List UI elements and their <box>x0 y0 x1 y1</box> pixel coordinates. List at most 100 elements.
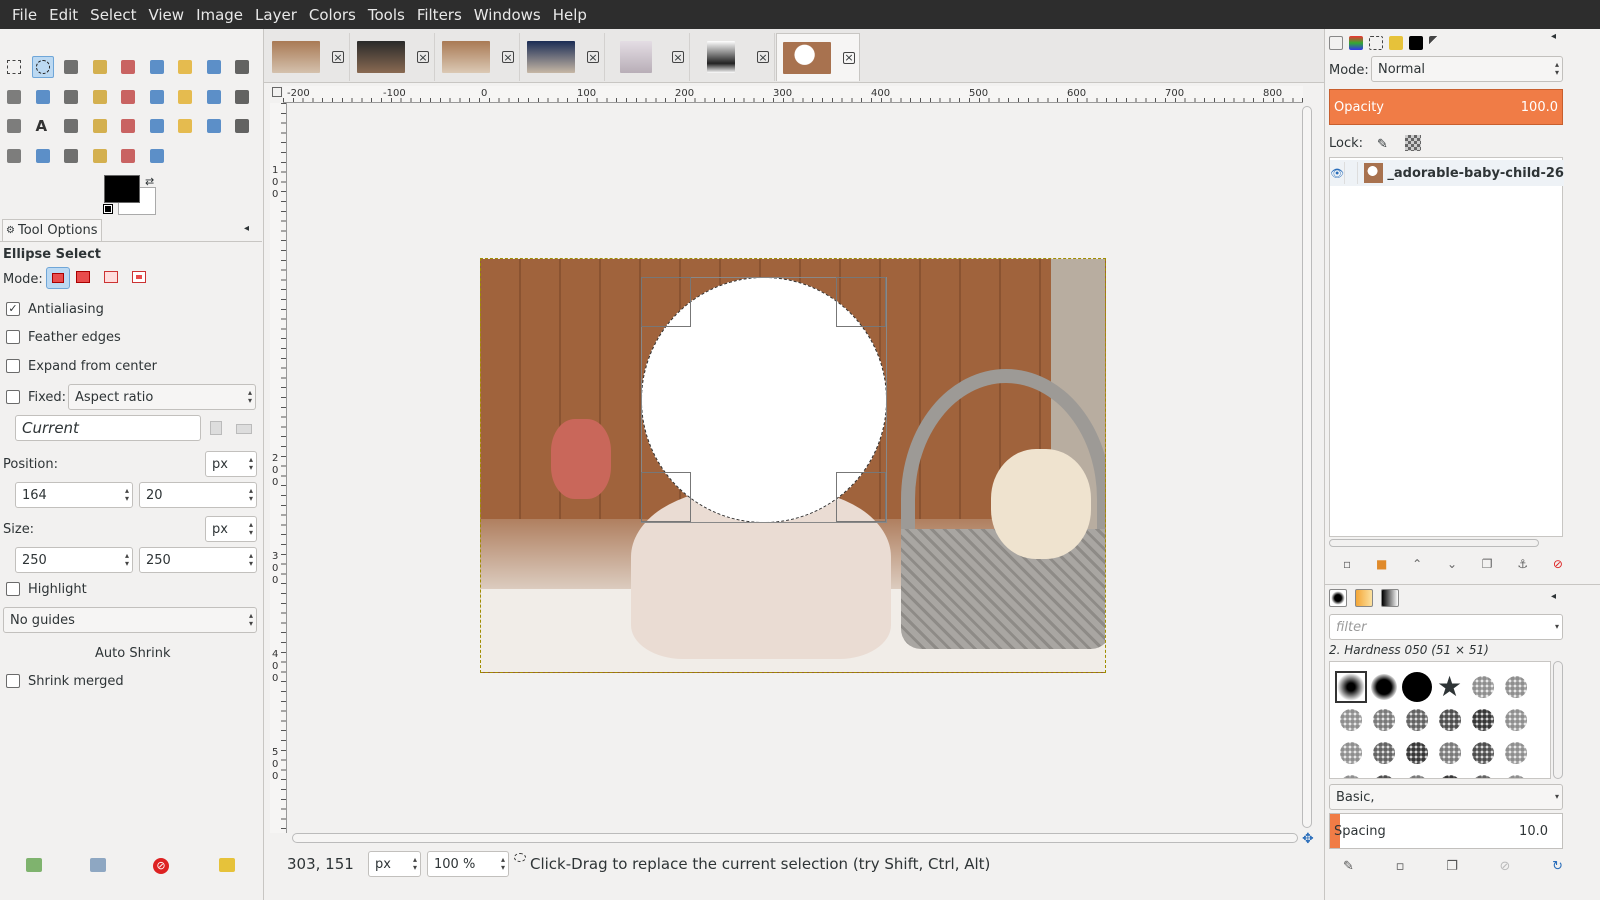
handle-bottom-right[interactable] <box>836 472 886 522</box>
image-tab-4[interactable]: × <box>521 33 605 81</box>
highlight-checkbox[interactable] <box>6 582 20 596</box>
brush-preset[interactable] <box>1373 775 1395 778</box>
save-tool-preset-icon[interactable] <box>26 858 42 872</box>
brush-preset[interactable] <box>1402 672 1432 702</box>
brush-preset[interactable] <box>1472 775 1494 778</box>
image-tab-active[interactable]: × <box>776 33 860 81</box>
size-unit-select[interactable]: px ▴ ▾ <box>205 516 257 542</box>
brush-preset[interactable] <box>1406 742 1428 764</box>
cage-transform-tool[interactable] <box>3 115 25 137</box>
menu-tools[interactable]: Tools <box>362 6 411 24</box>
image-tab-3[interactable]: × <box>436 33 520 81</box>
menu-image[interactable]: Image <box>190 6 249 24</box>
brush-preset[interactable] <box>1439 775 1461 778</box>
feather-checkbox[interactable] <box>6 330 20 344</box>
brush-preset[interactable] <box>1406 709 1428 731</box>
spinner-icon[interactable]: ▴ ▾ <box>125 552 129 568</box>
layer-row[interactable]: 👁 _adorable-baby-child-26 <box>1330 160 1564 186</box>
heal-tool[interactable] <box>60 115 82 137</box>
colors-tab-icon[interactable] <box>1409 36 1423 50</box>
by-color-select-tool[interactable] <box>117 56 139 78</box>
zoom-select[interactable]: 100 % ▴ ▾ <box>427 851 509 877</box>
eraser-tool[interactable] <box>146 145 168 167</box>
brush-preset[interactable] <box>1505 676 1527 698</box>
brush-preset[interactable] <box>1340 742 1362 764</box>
delete-tool-preset-icon[interactable]: ⊘ <box>153 858 169 874</box>
perspective-tool[interactable] <box>203 86 225 108</box>
position-unit-select[interactable]: px ▴ ▾ <box>205 451 257 477</box>
brush-preset[interactable] <box>1335 671 1367 703</box>
landscape-icon[interactable] <box>236 424 252 434</box>
configure-tab-icon[interactable]: ◂ <box>1551 31 1556 42</box>
brushes-tab-icon[interactable] <box>1429 36 1443 50</box>
close-icon[interactable]: × <box>757 51 769 63</box>
paths-tool[interactable] <box>203 56 225 78</box>
fixed-select[interactable]: Aspect ratio ▴ ▾ <box>68 384 256 410</box>
delete-brush-icon[interactable]: ⊘ <box>1499 859 1510 874</box>
layers-hscroll[interactable] <box>1329 539 1539 547</box>
free-select-tool[interactable] <box>60 56 82 78</box>
ink-tool[interactable] <box>146 115 168 137</box>
paths-tab-icon[interactable] <box>1369 36 1383 50</box>
spinner-icon[interactable]: ▴ ▾ <box>249 552 253 568</box>
brush-preset[interactable] <box>1340 709 1362 731</box>
handle-bottom-left[interactable] <box>641 472 691 522</box>
unit-select[interactable]: px ▴ ▾ <box>368 851 421 877</box>
close-icon[interactable]: × <box>417 51 429 63</box>
brush-preset[interactable] <box>1472 676 1494 698</box>
menu-help[interactable]: Help <box>547 6 593 24</box>
color-picker-tool[interactable] <box>231 56 253 78</box>
shrink-merged-checkbox[interactable] <box>6 674 20 688</box>
image-tab-5[interactable]: × <box>606 33 690 81</box>
raise-layer-icon[interactable]: ⌃ <box>1412 557 1422 571</box>
brush-preset[interactable] <box>1472 709 1494 731</box>
configure-tab-icon[interactable]: ◂ <box>1551 591 1556 602</box>
lock-alpha-icon[interactable] <box>1405 135 1421 151</box>
fuzzy-select-tool[interactable] <box>89 56 111 78</box>
layer-name[interactable]: _adorable-baby-child-26 <box>1387 166 1564 181</box>
mypaint-tool[interactable] <box>32 145 54 167</box>
patterns-tab-icon[interactable] <box>1355 589 1373 607</box>
anchor-layer-icon[interactable]: ⚓ <box>1517 557 1528 571</box>
mode-subtract-button[interactable] <box>104 271 118 283</box>
swap-colors-icon[interactable]: ⇄ <box>145 175 154 188</box>
mode-add-button[interactable] <box>76 271 90 283</box>
menu-file[interactable]: File <box>6 6 43 24</box>
configure-tab-icon[interactable]: ◂ <box>244 223 249 234</box>
current-ratio-field[interactable]: Current <box>15 415 201 441</box>
visibility-eye-icon[interactable]: 👁 <box>1330 167 1344 180</box>
brush-grid-scrollbar[interactable] <box>1553 661 1563 779</box>
gradients-tab-icon[interactable] <box>1381 589 1399 607</box>
brush-preset[interactable] <box>1373 742 1395 764</box>
brush-preset[interactable] <box>1406 775 1428 778</box>
menu-view[interactable]: View <box>142 6 190 24</box>
position-y-input[interactable]: 20 ▴ ▾ <box>139 482 257 508</box>
mode-replace-button[interactable] <box>46 267 70 289</box>
crop-tool[interactable] <box>117 86 139 108</box>
new-brush-icon[interactable]: ▫ <box>1396 859 1405 874</box>
quick-mask-corner[interactable] <box>272 87 282 97</box>
layers-tab-icon[interactable] <box>1329 36 1343 50</box>
paintbrush-tool[interactable] <box>117 115 139 137</box>
flip-tool[interactable] <box>231 86 253 108</box>
size-height-input[interactable]: 250 ▴ ▾ <box>139 547 257 573</box>
portrait-icon[interactable] <box>210 421 222 435</box>
align-tool[interactable] <box>89 86 111 108</box>
brush-grid[interactable]: ★ <box>1329 661 1551 779</box>
lock-pixels-icon[interactable]: ✎ <box>1377 137 1388 152</box>
smudge-tool[interactable] <box>203 115 225 137</box>
size-width-input[interactable]: 250 ▴ ▾ <box>15 547 133 573</box>
brushes-tab-icon[interactable] <box>1329 589 1347 607</box>
text-tool[interactable]: A <box>32 115 54 137</box>
spinner-icon[interactable]: ▴ ▾ <box>249 487 253 503</box>
dodge-burn-tool[interactable] <box>89 145 111 167</box>
image-tab-2[interactable]: × <box>351 33 435 81</box>
chain-icon[interactable] <box>1344 162 1358 184</box>
navigate-icon[interactable]: ✥ <box>1302 831 1314 847</box>
close-icon[interactable]: × <box>332 51 344 63</box>
brush-preset[interactable] <box>1340 775 1362 778</box>
opacity-slider[interactable]: Opacity 100.0 <box>1329 89 1563 125</box>
refresh-brushes-icon[interactable]: ↻ <box>1552 859 1563 874</box>
auto-shrink-button[interactable]: Auto Shrink <box>95 646 171 661</box>
move-tool[interactable] <box>60 86 82 108</box>
